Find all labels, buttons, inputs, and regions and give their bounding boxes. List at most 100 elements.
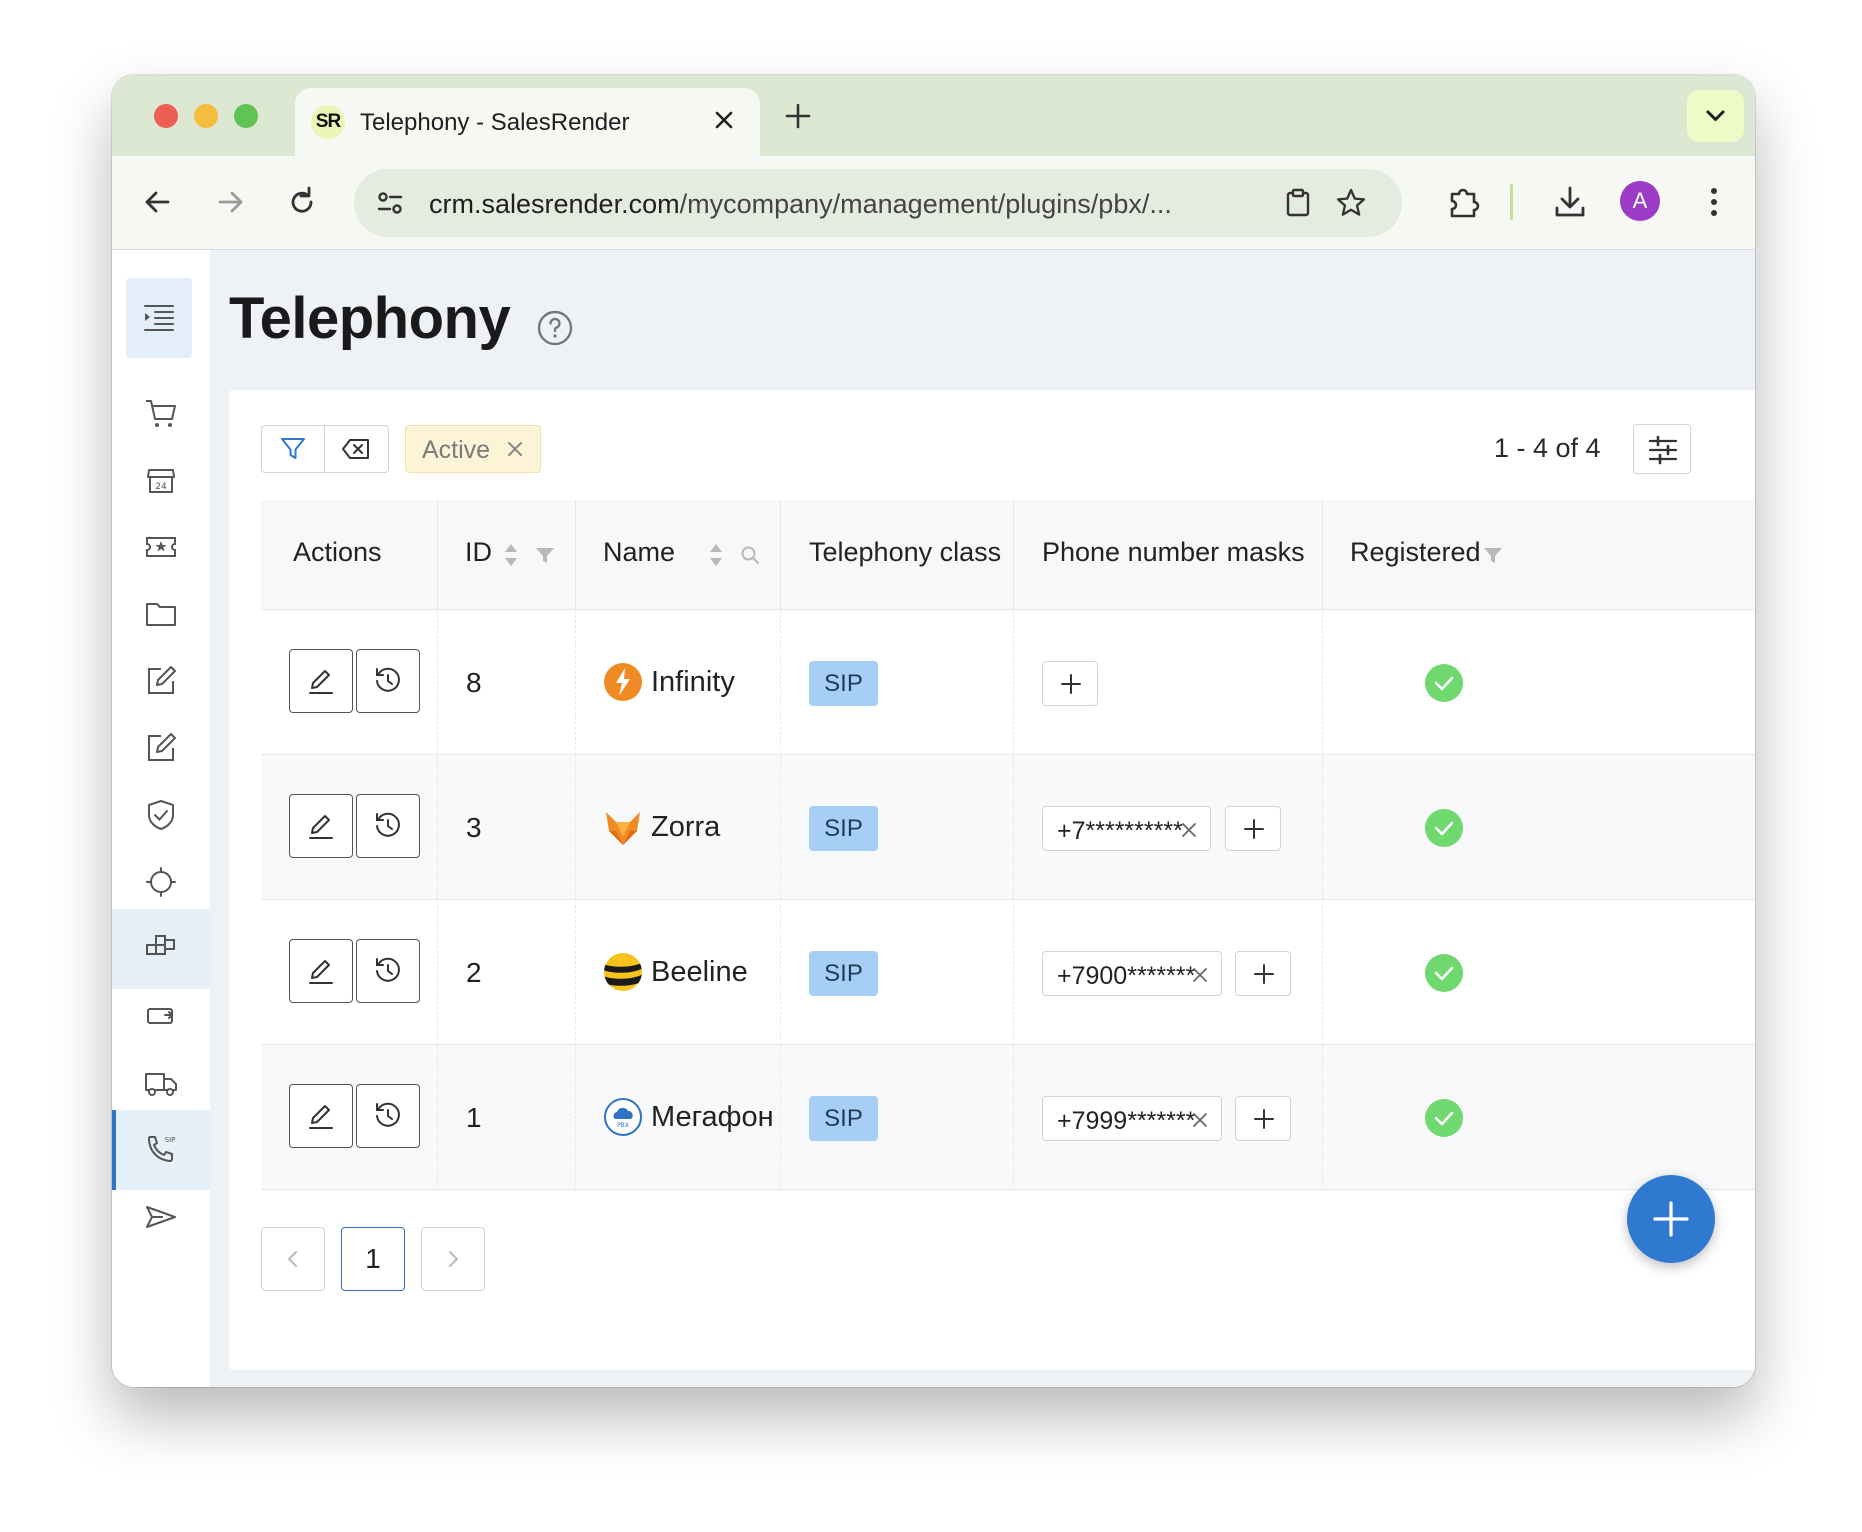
- edit-square-icon: [148, 733, 176, 761]
- window-maximize-button[interactable]: [234, 104, 258, 128]
- profile-avatar[interactable]: A: [1620, 181, 1660, 221]
- row-name: Beeline: [651, 956, 748, 988]
- filter-chip-label: Active: [422, 436, 491, 464]
- prev-page-button[interactable]: [261, 1227, 325, 1291]
- phone-mask-tag: +7900*******: [1042, 951, 1222, 996]
- row-name: Zorra: [651, 811, 721, 843]
- registered-cell: [1323, 1045, 1755, 1190]
- sliders-icon: [1648, 435, 1678, 465]
- row-id: 8: [466, 667, 482, 698]
- history-button[interactable]: [356, 794, 420, 858]
- forward-arrow-icon[interactable]: [210, 182, 250, 222]
- name-cell: Infinity: [576, 610, 781, 755]
- actions-cell: [261, 1045, 438, 1190]
- infinity-logo-icon: [604, 663, 642, 701]
- edit-pencil-icon: [309, 960, 333, 984]
- download-icon[interactable]: [1548, 180, 1592, 224]
- plugins-blocks-icon: [146, 935, 175, 955]
- name-cell: Beeline: [576, 900, 781, 1045]
- window-minimize-button[interactable]: [194, 104, 218, 128]
- active-filter-chip[interactable]: Active: [405, 425, 541, 473]
- chevron-right-icon: [449, 1251, 458, 1267]
- help-circle-icon[interactable]: [535, 308, 575, 348]
- sidebar: 24 SIP: [112, 250, 210, 1387]
- add-telephony-fab[interactable]: [1627, 1175, 1715, 1263]
- close-icon[interactable]: [1179, 820, 1199, 840]
- browser-tab-active[interactable]: SR Telephony - SalesRender: [295, 88, 760, 156]
- registered-cell: [1323, 755, 1755, 900]
- edit-button[interactable]: [289, 794, 353, 858]
- extensions-puzzle-icon[interactable]: [1442, 180, 1486, 224]
- filter-funnel-icon[interactable]: [1481, 540, 1505, 570]
- edit-button[interactable]: [289, 1084, 353, 1148]
- back-arrow-icon[interactable]: [138, 182, 178, 222]
- results-range: 1 - 4 of 4: [1494, 433, 1601, 463]
- browser-toolbar: crm.salesrender.com/mycompany/management…: [112, 156, 1755, 250]
- current-page: 1: [365, 1243, 381, 1274]
- filter-button[interactable]: [262, 426, 325, 472]
- add-mask-button[interactable]: [1225, 806, 1281, 851]
- history-button[interactable]: [356, 649, 420, 713]
- id-cell: 3: [438, 755, 576, 900]
- search-icon[interactable]: [738, 540, 762, 570]
- edit-pencil-icon: [309, 815, 333, 839]
- pbx-cloud-logo-icon: PBX: [604, 1098, 642, 1136]
- close-icon[interactable]: [1190, 1110, 1210, 1130]
- clear-filters-button[interactable]: [325, 426, 388, 472]
- history-button[interactable]: [356, 939, 420, 1003]
- plus-icon: [1653, 1201, 1689, 1237]
- sort-icon[interactable]: [499, 540, 523, 570]
- sort-icon[interactable]: [704, 540, 728, 570]
- edit-button[interactable]: [289, 649, 353, 713]
- site-settings-icon[interactable]: [374, 187, 406, 219]
- filter-funnel-icon[interactable]: [533, 540, 557, 570]
- class-cell: SIP: [781, 755, 1014, 900]
- beeline-logo-icon: [604, 953, 642, 991]
- sidebar-toggle-button[interactable]: [126, 278, 192, 358]
- tab-search-button[interactable]: [1687, 90, 1744, 142]
- history-clock-icon: [376, 1102, 400, 1127]
- filter-funnel-icon: [281, 438, 305, 459]
- url-text: crm.salesrender.com/mycompany/management…: [429, 189, 1172, 220]
- bookmark-star-icon[interactable]: [1334, 186, 1368, 220]
- app-content: 24 SIP Telephony Active 1 - 4 of 4 Actio…: [112, 250, 1755, 1387]
- window-close-button[interactable]: [154, 104, 178, 128]
- add-mask-button[interactable]: [1235, 1096, 1291, 1141]
- column-header-label: Registered: [1350, 537, 1481, 567]
- class-cell: SIP: [781, 1045, 1014, 1190]
- table-row: 1 PBX Мегафон SIP +7999*******: [261, 1045, 1755, 1190]
- close-icon[interactable]: [1190, 965, 1210, 985]
- phone-mask-value: +7900*******: [1057, 962, 1196, 990]
- page-number-button[interactable]: 1: [341, 1227, 405, 1291]
- close-icon[interactable]: [504, 438, 526, 460]
- column-registered: Registered: [1323, 500, 1755, 610]
- column-header-label: ID: [465, 537, 492, 567]
- clipboard-icon[interactable]: [1281, 186, 1315, 220]
- name-cell: PBX Мегафон: [576, 1045, 781, 1190]
- tab-strip: SR Telephony - SalesRender: [112, 75, 1755, 156]
- edit-button[interactable]: [289, 939, 353, 1003]
- history-button[interactable]: [356, 1084, 420, 1148]
- history-clock-icon: [376, 957, 400, 982]
- svg-text:PBX: PBX: [617, 1122, 629, 1129]
- actions-cell: [261, 755, 438, 900]
- url-path: /mycompany/management/plugins/pbx/...: [679, 189, 1172, 219]
- class-cell: SIP: [781, 900, 1014, 1045]
- backspace-clear-icon: [342, 439, 369, 459]
- toolbar-separator: [1510, 184, 1513, 220]
- address-bar[interactable]: crm.salesrender.com/mycompany/management…: [354, 169, 1402, 237]
- tab-close-icon[interactable]: [710, 106, 738, 134]
- sidebar-item-messages[interactable]: [112, 1177, 210, 1257]
- page-title: Telephony: [229, 286, 511, 351]
- column-settings-button[interactable]: [1633, 424, 1691, 474]
- phone-mask-value: +7999*******: [1057, 1107, 1196, 1135]
- phone-mask-tag: +7999*******: [1042, 1096, 1222, 1141]
- column-telephony-class: Telephony class: [781, 500, 1014, 610]
- add-mask-button[interactable]: [1235, 951, 1291, 996]
- reload-icon[interactable]: [282, 182, 322, 222]
- next-page-button[interactable]: [421, 1227, 485, 1291]
- add-mask-button[interactable]: [1042, 661, 1098, 706]
- more-vert-icon[interactable]: [1692, 180, 1736, 224]
- row-id: 3: [466, 812, 482, 843]
- new-tab-icon[interactable]: [782, 100, 814, 132]
